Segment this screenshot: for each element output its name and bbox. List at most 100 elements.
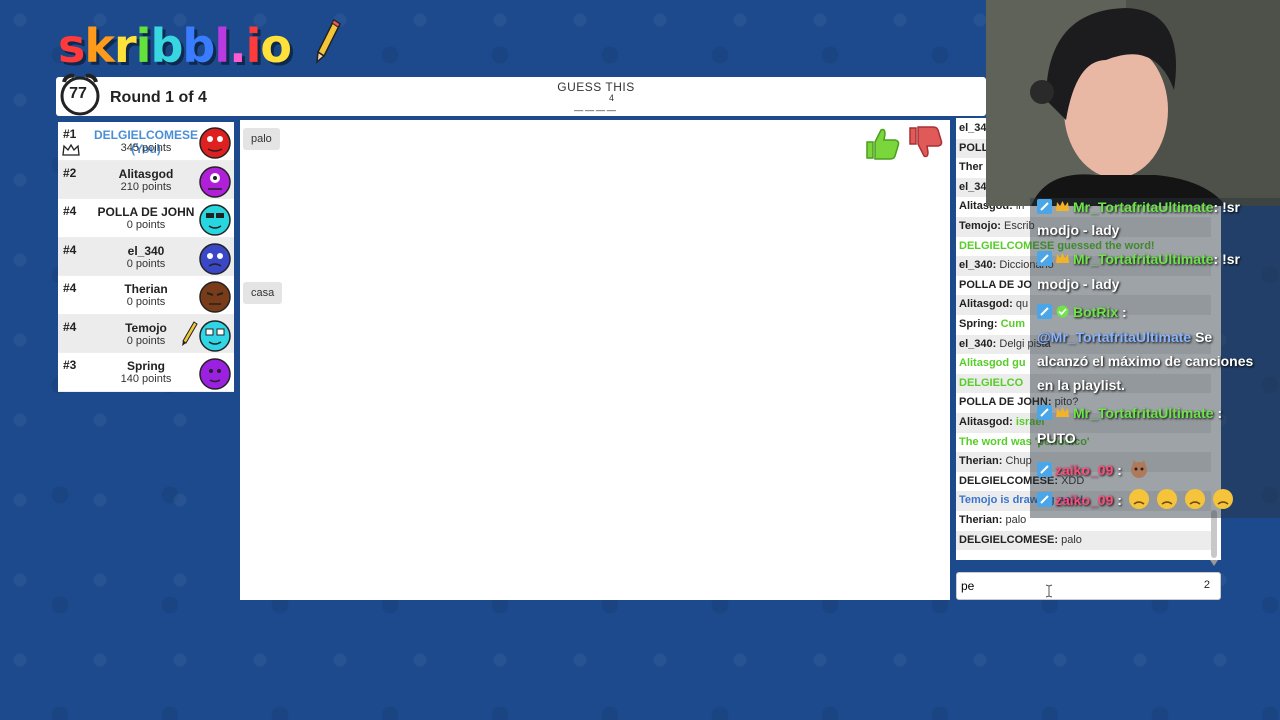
- player-name: el_340: [127, 243, 165, 258]
- drawing-canvas[interactable]: [240, 120, 950, 600]
- webcam-feed: [986, 0, 1280, 206]
- player-row[interactable]: #4 el_340 0 points: [58, 237, 234, 276]
- stream-chat-text: PUTO: [1037, 430, 1076, 446]
- chat-text: DELGIELCO: [959, 376, 1024, 389]
- chat-input-box[interactable]: 2: [956, 572, 1221, 600]
- badge-icon: [1037, 251, 1052, 266]
- sad-emoji-icon: [1128, 489, 1149, 509]
- stream-chat-text: en la playlist.: [1037, 377, 1125, 393]
- stream-chat-user: Mr_TortafritaUltimate: [1073, 405, 1214, 421]
- stream-chat-text: modjo - lady: [1037, 222, 1120, 238]
- thumbs-down-icon[interactable]: [906, 124, 946, 162]
- player-name: Alitasgod: [118, 166, 174, 181]
- sad-emoji-icon: [1212, 489, 1233, 509]
- player-points: 0 points: [126, 219, 166, 231]
- stream-chat-text: alcanzó el máximo de canciones: [1037, 353, 1254, 369]
- player-points: 0 points: [126, 257, 166, 270]
- chat-user: POLLA DE JO: [959, 278, 1032, 291]
- player-rank: #4: [63, 204, 77, 218]
- word-length: 4: [609, 93, 615, 103]
- chat-user: Therian:: [959, 455, 1003, 468]
- chat-text: Chup: [1005, 455, 1032, 468]
- verified-badge-icon: [1056, 305, 1069, 318]
- chat-user: Therian:: [959, 514, 1003, 526]
- badge-icon: [1037, 462, 1052, 477]
- player-name: Therian: [124, 282, 168, 296]
- game-top-bar: 77 Round 1 of 4 GUESS THIS 4 ____: [56, 73, 986, 116]
- cat-emote-icon: [1130, 460, 1147, 478]
- chat-user: Ther: [959, 161, 983, 174]
- guess-label: GUESS THIS: [557, 80, 635, 94]
- player-rank: #1: [63, 127, 77, 141]
- player-rank: #4: [63, 319, 77, 334]
- stream-chat-line: @Mr_TortafritaUltimate Se: [1037, 329, 1212, 345]
- player-row[interactable]: #2 Alitasgod 210 points: [58, 160, 234, 199]
- badge-icon: [1037, 199, 1052, 214]
- pencil-icon: [316, 18, 341, 64]
- app-logo: skribbl.io: [58, 19, 292, 73]
- guess-input[interactable]: [961, 577, 1191, 595]
- timer-value: 77: [69, 85, 87, 102]
- chat-user: Spring:: [959, 318, 998, 330]
- stream-chat-line: Mr_TortafritaUltimate :: [1037, 405, 1222, 421]
- round-indicator: Round 1 of 4: [110, 89, 207, 106]
- chat-text: palo: [1061, 533, 1082, 546]
- stream-chat-line: Mr_TortafritaUltimate: !sr: [1037, 251, 1240, 267]
- stream-chat-text: Se: [1191, 329, 1213, 345]
- stream-chat-user: zaiko_09: [1055, 492, 1114, 508]
- player-avatar: [199, 242, 231, 275]
- stream-chat-line: en la playlist.: [1037, 377, 1125, 393]
- badge-icon: [1037, 405, 1052, 420]
- stream-chat-text: :: [1217, 405, 1223, 421]
- player-name: Temojo: [125, 320, 167, 335]
- player-points: 0 points: [126, 334, 166, 347]
- player-list: #1 DELGIELCOMESE (You) 345 points #2 Ali…: [58, 122, 234, 392]
- stream-chat-text: :: [1117, 492, 1122, 508]
- crown-badge-icon: [1056, 201, 1069, 211]
- player-row[interactable]: #1 DELGIELCOMESE (You) 345 points: [58, 122, 234, 161]
- chat-user: el_34: [959, 180, 987, 193]
- player-avatar: [199, 204, 231, 236]
- stream-chat-line: modjo - lady: [1037, 222, 1119, 238]
- chat-user: Alitasgod:: [959, 298, 1013, 311]
- player-avatar: [199, 281, 231, 313]
- player-name: POLLA DE JOHN: [97, 205, 195, 219]
- stream-chat-line: PUTO: [1037, 430, 1076, 446]
- player-points: 140 points: [120, 373, 172, 385]
- player-rank: #3: [63, 358, 77, 372]
- player-row[interactable]: #4 Temojo 0 points: [58, 314, 234, 353]
- stream-chat-line: BotRix :: [1037, 304, 1127, 320]
- stream-chat-text: :: [1117, 462, 1122, 478]
- sad-emoji-icon: [1156, 489, 1177, 509]
- player-avatar: [199, 358, 231, 390]
- crown-badge-icon: [1056, 407, 1069, 417]
- chat-user: DELGIELCOMESE:: [959, 533, 1059, 546]
- sad-emoji-icon: [1184, 489, 1205, 509]
- chat-message: DELGIELCOMESE: palo: [956, 530, 1211, 551]
- player-points: 210 points: [120, 180, 172, 193]
- chat-text: Alitasgod gu: [959, 357, 1026, 370]
- stream-chat-user: Mr_TortafritaUltimate: [1073, 251, 1214, 267]
- word-blanks: ____: [574, 96, 618, 113]
- stream-chat-text: :: [1122, 304, 1127, 320]
- player-points: 345 points: [120, 142, 172, 154]
- stream-chat-user: zaiko_09: [1055, 462, 1114, 478]
- stream-chat-user: BotRix: [1073, 304, 1119, 320]
- player-points: 0 points: [126, 296, 166, 308]
- chat-user: Alitasgod:: [959, 416, 1013, 428]
- chat-user: el_340:: [959, 337, 997, 350]
- player-name: Spring: [127, 359, 165, 373]
- stream-chat-text: : !sr: [1213, 199, 1240, 215]
- chat-text: qu: [1015, 298, 1029, 311]
- char-count: 2: [1203, 579, 1210, 591]
- thumbs-up-icon[interactable]: [863, 124, 903, 162]
- stream-chat-line: modjo - lady: [1037, 276, 1119, 292]
- chat-user: Temojo:: [959, 220, 1001, 232]
- player-row[interactable]: #3 Spring 140 points: [58, 353, 234, 392]
- chat-user: el_340:: [959, 259, 997, 272]
- stream-chat-user: Mr_TortafritaUltimate: [1073, 199, 1214, 215]
- player-avatar: [199, 127, 231, 159]
- player-row[interactable]: #4 Therian 0 points: [58, 276, 234, 315]
- scroll-down-icon[interactable]: [1210, 560, 1218, 566]
- player-row[interactable]: #4 POLLA DE JOHN 0 points: [58, 199, 234, 238]
